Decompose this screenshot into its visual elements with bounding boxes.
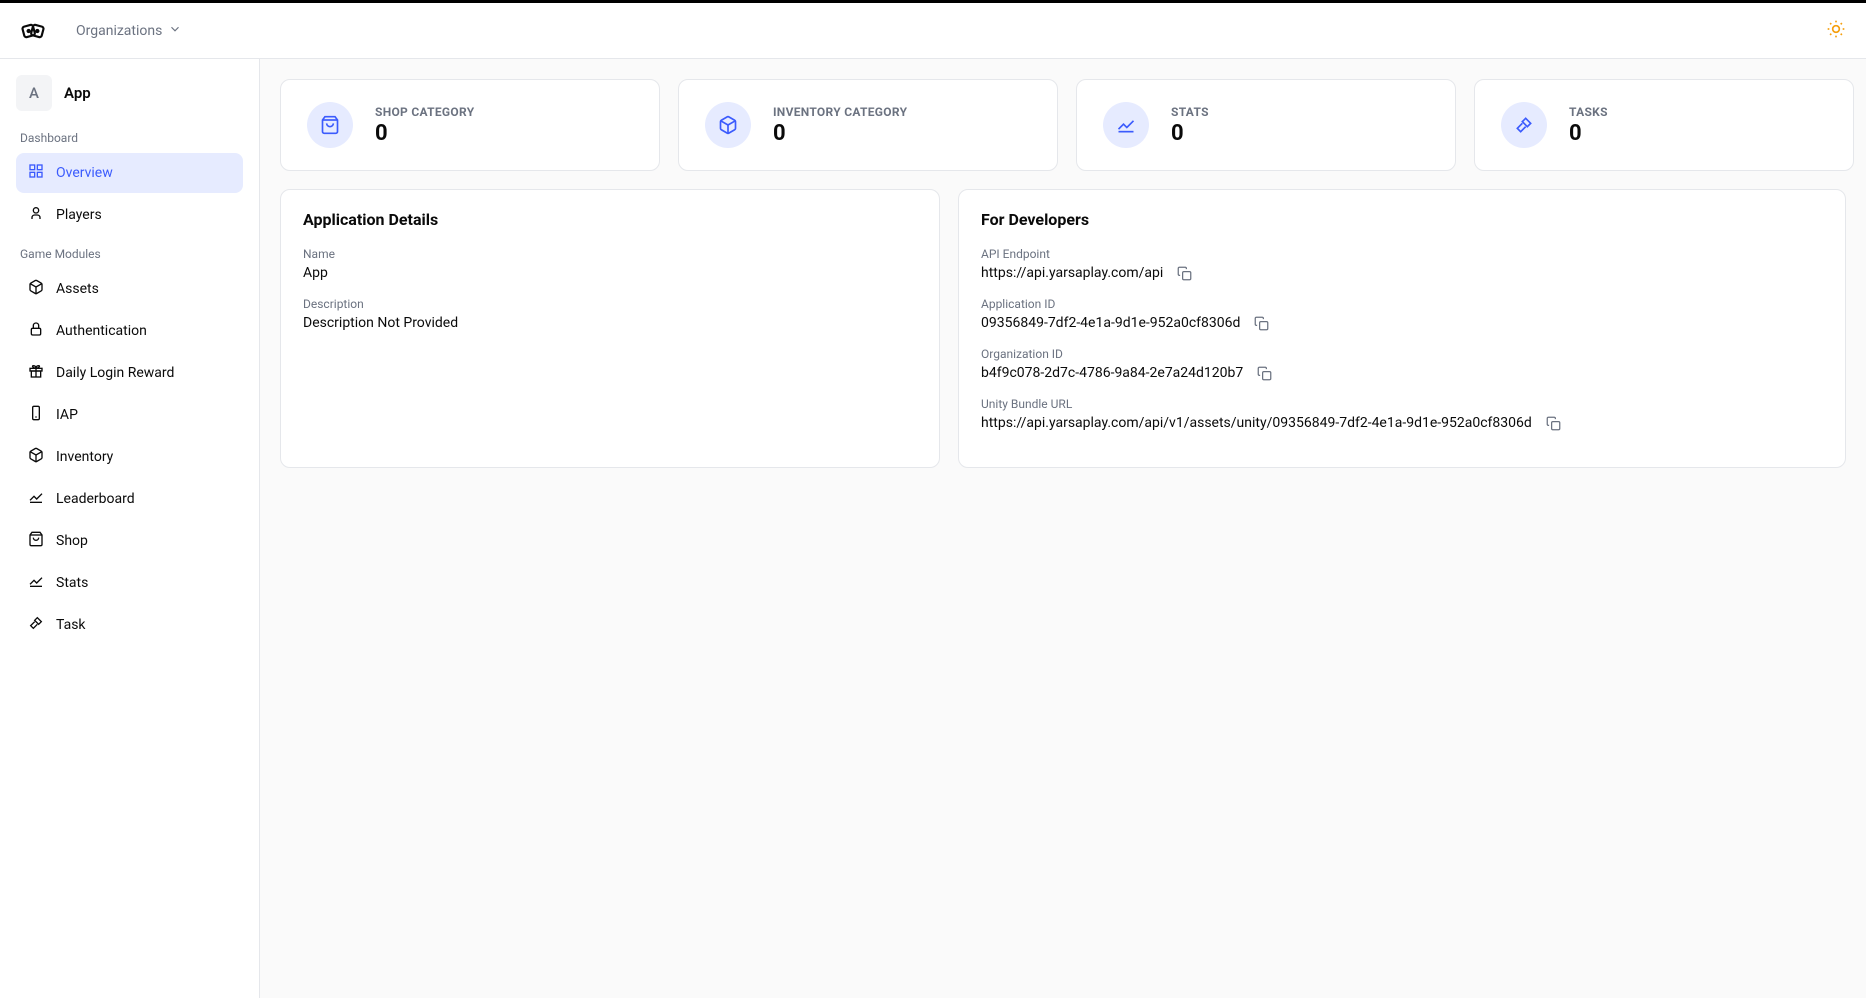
section-modules-label: Game Modules (20, 247, 243, 261)
section-dashboard-label: Dashboard (20, 131, 243, 145)
api-endpoint-value: https://api.yarsaplay.com/api (981, 265, 1163, 281)
nav-label: Shop (56, 533, 88, 549)
trend-icon (1103, 102, 1149, 148)
main-content: SHOP CATEGORY 0 INVENTORY CATEGORY 0 STA… (260, 59, 1866, 998)
description-label: Description (303, 297, 917, 311)
sidebar-item-overview[interactable]: Overview (16, 153, 243, 193)
for-developers-card: For Developers API Endpoint https://api.… (958, 189, 1846, 468)
app-selector[interactable]: A App (16, 75, 243, 111)
user-icon (28, 205, 44, 225)
stat-label: SHOP CATEGORY (375, 105, 474, 119)
sidebar-item-daily-login[interactable]: Daily Login Reward (16, 353, 243, 393)
nav-label: Inventory (56, 449, 113, 465)
app-logo (20, 18, 46, 44)
stat-value: 0 (1569, 121, 1608, 146)
nav-label: Stats (56, 575, 88, 591)
sidebar-item-assets[interactable]: Assets (16, 269, 243, 309)
chevron-down-icon (168, 22, 182, 40)
sidebar-item-iap[interactable]: IAP (16, 395, 243, 435)
sidebar-item-inventory[interactable]: Inventory (16, 437, 243, 477)
cube-icon (705, 102, 751, 148)
dashboard-icon (28, 163, 44, 183)
sidebar-item-players[interactable]: Players (16, 195, 243, 235)
card-title: Application Details (303, 210, 917, 229)
copy-button[interactable] (1546, 416, 1561, 431)
stat-card-inventory-category[interactable]: INVENTORY CATEGORY 0 (678, 79, 1058, 171)
application-details-card: Application Details Name App Description… (280, 189, 940, 468)
nav-label: Task (56, 617, 86, 633)
copy-button[interactable] (1177, 266, 1192, 281)
copy-button[interactable] (1254, 316, 1269, 331)
application-id-value: 09356849-7df2-4e1a-9d1e-952a0cf8306d (981, 315, 1240, 331)
sidebar-item-task[interactable]: Task (16, 605, 243, 645)
application-id-label: Application ID (981, 297, 1823, 311)
nav-label: Leaderboard (56, 491, 135, 507)
sidebar: A App Dashboard Overview Players Game Mo… (0, 59, 260, 998)
sidebar-item-shop[interactable]: Shop (16, 521, 243, 561)
hammer-icon (28, 615, 44, 635)
lock-icon (28, 321, 44, 341)
stat-value: 0 (375, 121, 474, 146)
nav-label: IAP (56, 407, 78, 423)
organizations-dropdown[interactable]: Organizations (76, 22, 182, 40)
stat-card-tasks[interactable]: TASKS 0 (1474, 79, 1854, 171)
unity-bundle-url-value: https://api.yarsaplay.com/api/v1/assets/… (981, 415, 1532, 431)
hammer-icon (1501, 102, 1547, 148)
stat-value: 0 (1171, 121, 1209, 146)
chart-icon (28, 489, 44, 509)
nav-label: Daily Login Reward (56, 365, 174, 381)
api-endpoint-label: API Endpoint (981, 247, 1823, 261)
theme-toggle[interactable] (1826, 19, 1846, 43)
organization-id-label: Organization ID (981, 347, 1823, 361)
organization-id-value: b4f9c078-2d7c-4786-9a84-2e7a24d120b7 (981, 365, 1243, 381)
description-value: Description Not Provided (303, 315, 917, 331)
stat-label: INVENTORY CATEGORY (773, 105, 907, 119)
bag-icon (307, 102, 353, 148)
copy-button[interactable] (1257, 366, 1272, 381)
name-value: App (303, 265, 917, 281)
stat-label: TASKS (1569, 105, 1608, 119)
trend-icon (28, 573, 44, 593)
stat-value: 0 (773, 121, 907, 146)
nav-label: Overview (56, 165, 113, 181)
box-icon (28, 447, 44, 467)
sidebar-item-stats[interactable]: Stats (16, 563, 243, 603)
stat-card-stats[interactable]: STATS 0 (1076, 79, 1456, 171)
gift-icon (28, 363, 44, 383)
organizations-label: Organizations (76, 23, 162, 39)
stat-card-shop-category[interactable]: SHOP CATEGORY 0 (280, 79, 660, 171)
stat-label: STATS (1171, 105, 1209, 119)
app-name-label: App (64, 84, 91, 102)
nav-label: Players (56, 207, 102, 223)
nav-label: Authentication (56, 323, 147, 339)
name-label: Name (303, 247, 917, 261)
unity-bundle-url-label: Unity Bundle URL (981, 397, 1823, 411)
phone-icon (28, 405, 44, 425)
card-title: For Developers (981, 210, 1823, 229)
cube-icon (28, 279, 44, 299)
bag-icon (28, 531, 44, 551)
app-initial-badge: A (16, 75, 52, 111)
nav-label: Assets (56, 281, 99, 297)
sidebar-item-authentication[interactable]: Authentication (16, 311, 243, 351)
sidebar-item-leaderboard[interactable]: Leaderboard (16, 479, 243, 519)
topbar: Organizations (0, 3, 1866, 59)
